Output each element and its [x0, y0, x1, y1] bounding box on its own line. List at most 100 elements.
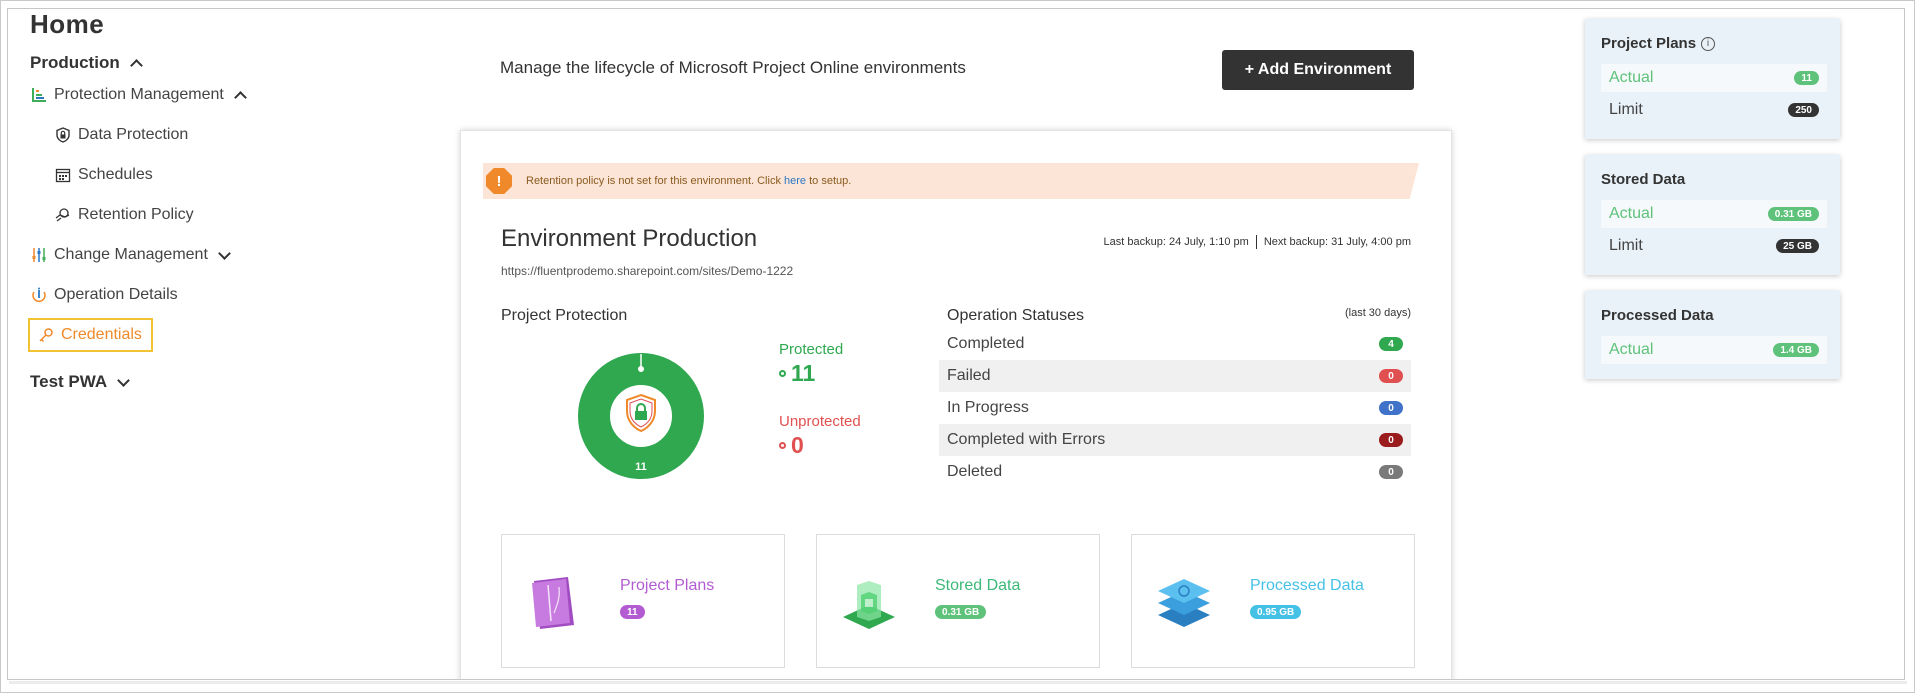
backup-divider [1255, 235, 1257, 249]
panel-row-actual: Actual 1.4 GB [1601, 336, 1827, 364]
sidebar-item-production[interactable]: Production [30, 53, 143, 73]
warning-icon: ! [486, 168, 512, 194]
status-label: In Progress [947, 399, 1029, 416]
stat-label: Project Plans [620, 577, 715, 594]
environment-card: ! Retention policy is not set for this e… [460, 130, 1452, 679]
chevron-up-icon [234, 91, 247, 104]
protected-count: 11 [791, 360, 816, 386]
row-label: Actual [1609, 341, 1654, 358]
chevron-down-icon [218, 246, 231, 260]
protection-donut-chart: 11 [576, 351, 706, 481]
sidebar-item-change-management[interactable]: Change Management [30, 246, 231, 264]
stat-value-badge: 0.31 GB [935, 605, 987, 619]
retention-warning-banner: ! Retention policy is not set for this e… [483, 163, 1419, 199]
page-subtitle: Manage the lifecycle of Microsoft Projec… [500, 58, 966, 77]
status-count-badge: 0 [1379, 369, 1403, 383]
hand-coin-icon [54, 207, 71, 224]
row-label: Actual [1609, 69, 1654, 86]
unprotected-dot-icon [779, 442, 786, 449]
protected-value: 11 [779, 360, 843, 387]
sidebar-item-label: Retention Policy [78, 206, 194, 223]
page-title: Home [30, 9, 105, 39]
project-protection-title: Project Protection [501, 307, 628, 324]
panel-title: Processed Data [1601, 307, 1714, 324]
panel-row-limit: Limit 250 [1601, 96, 1827, 124]
unprotected-value: 0 [779, 432, 861, 459]
stored-data-stat-card[interactable]: Stored Data 0.31 GB [816, 534, 1100, 668]
protected-label: Protected [779, 341, 844, 358]
protected-dot-icon [779, 370, 786, 377]
info-icon[interactable]: i [1701, 36, 1716, 51]
key-icon [37, 327, 54, 344]
donut-total-label: 11 [635, 461, 647, 473]
unprotected-count: 0 [791, 432, 804, 458]
sidebar-item-credentials[interactable]: Credentials [28, 318, 153, 352]
app-window: Home Production Protection Management Da… [7, 8, 1905, 680]
row-badge: 1.4 GB [1773, 343, 1819, 357]
panel-title-text: Stored Data [1601, 171, 1686, 188]
sidebar-item-label: Operation Details [54, 286, 178, 303]
sidebar-item-protection-management[interactable]: Protection Management [30, 86, 247, 104]
project-plans-icon [524, 573, 584, 633]
panel-row-actual: Actual 0.31 GB [1601, 200, 1827, 228]
row-label: Limit [1609, 101, 1643, 118]
add-environment-button[interactable]: + Add Environment [1222, 50, 1414, 90]
status-label: Completed with Errors [947, 431, 1106, 448]
status-count-badge: 0 [1379, 401, 1403, 415]
project-plans-stat-card[interactable]: Project Plans 11 [501, 534, 785, 668]
status-count-badge: 0 [1379, 465, 1403, 479]
unprotected-legend: Unprotected 0 [779, 413, 861, 459]
calendar-icon [54, 167, 71, 184]
status-count-badge: 0 [1379, 433, 1403, 447]
status-label: Deleted [947, 463, 1003, 480]
panel-title-text: Project Plans [1601, 35, 1697, 52]
sidebar-item-schedules[interactable]: Schedules [54, 166, 153, 184]
row-label: Limit [1609, 237, 1643, 254]
protected-legend: Protected 11 [779, 341, 843, 387]
operation-statuses-title: Operation Statuses [947, 307, 1084, 324]
backup-info: Last backup: 24 July, 1:10 pm Next backu… [1104, 235, 1411, 249]
processed-data-icon [1154, 573, 1214, 633]
last-backup: Last backup: 24 July, 1:10 pm [1103, 236, 1249, 248]
sidebar-item-operation-details[interactable]: Operation Details [30, 286, 178, 304]
row-label: Actual [1609, 205, 1654, 222]
status-label: Failed [947, 367, 991, 384]
info-drop-icon [30, 287, 47, 304]
sidebar-item-retention-policy[interactable]: Retention Policy [54, 206, 194, 224]
environment-url: https://fluentprodemo.sharepoint.com/sit… [501, 264, 794, 278]
sidebar-item-data-protection[interactable]: Data Protection [54, 126, 188, 144]
sidebar-item-label: Change Management [54, 246, 208, 263]
chevron-down-icon [117, 373, 131, 387]
sidebar-item-label: Credentials [61, 326, 142, 343]
frame-shadow [9, 681, 1907, 684]
status-row-in-progress[interactable]: In Progress 0 [939, 392, 1411, 424]
panel-row-actual: Actual 11 [1601, 64, 1827, 92]
stat-label: Stored Data [935, 577, 1021, 594]
status-count-badge: 4 [1379, 337, 1403, 351]
status-row-deleted[interactable]: Deleted 0 [939, 456, 1411, 488]
project-plans-panel: Project Plans i Actual 11 Limit 250 [1585, 19, 1840, 139]
environment-title: Environment Production [501, 225, 758, 252]
banner-setup-link[interactable]: here [784, 175, 806, 187]
operation-status-list: Completed 4 Failed 0 In Progress 0 Compl… [939, 328, 1411, 488]
stat-label: Processed Data [1250, 577, 1364, 594]
unprotected-label: Unprotected [779, 413, 861, 430]
stat-value-badge: 11 [620, 605, 645, 619]
sidebar-item-test-pwa[interactable]: Test PWA [30, 372, 131, 392]
status-row-completed[interactable]: Completed 4 [939, 328, 1411, 360]
processed-data-stat-card[interactable]: Processed Data 0.95 GB [1131, 534, 1415, 668]
stat-value-badge: 0.95 GB [1250, 605, 1302, 619]
stored-data-icon [839, 573, 899, 633]
chevron-up-icon [129, 59, 143, 72]
sidebar-item-label: Test PWA [30, 372, 108, 391]
status-label: Completed [947, 335, 1025, 352]
banner-text-after: to setup. [806, 175, 852, 187]
status-row-completed-with-errors[interactable]: Completed with Errors 0 [939, 424, 1411, 456]
panel-title: Stored Data [1601, 171, 1685, 188]
processed-data-panel: Processed Data Actual 1.4 GB [1585, 291, 1840, 379]
row-badge: 250 [1788, 103, 1819, 117]
status-row-failed[interactable]: Failed 0 [939, 360, 1411, 392]
sidebar-item-label: Production [30, 53, 120, 72]
operations-period: (last 30 days) [1344, 307, 1411, 319]
panel-row-limit: Limit 25 GB [1601, 232, 1827, 260]
